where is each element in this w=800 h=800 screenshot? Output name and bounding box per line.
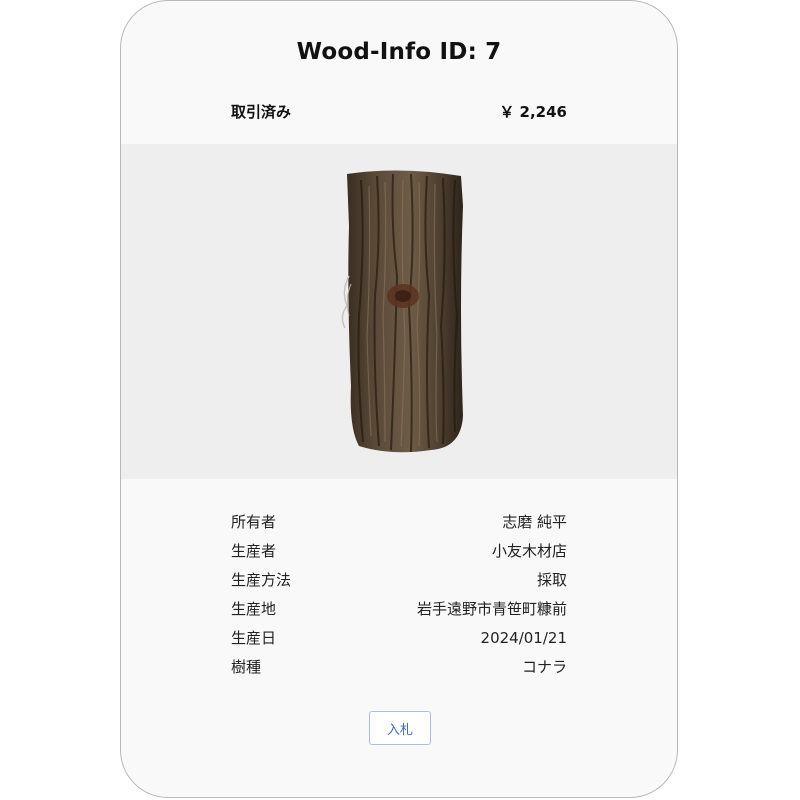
detail-value: 志磨 純平 bbox=[502, 513, 567, 531]
detail-label: 樹種 bbox=[231, 658, 262, 676]
wood-log-image bbox=[341, 170, 463, 453]
product-image-area bbox=[121, 144, 677, 479]
detail-label: 生産日 bbox=[231, 629, 277, 647]
detail-label: 生産方法 bbox=[231, 571, 292, 589]
detail-row-species: 樹種 コナラ bbox=[231, 656, 567, 685]
detail-label: 所有者 bbox=[231, 513, 277, 531]
detail-row-owner: 所有者 志磨 純平 bbox=[231, 511, 567, 540]
detail-row-date: 生産日 2024/01/21 bbox=[231, 627, 567, 656]
wood-details-list: 所有者 志磨 純平 生産者 小友木材店 生産方法 採取 生産地 岩手遠野市青笹町… bbox=[231, 511, 567, 685]
price-value: ￥ 2,246 bbox=[499, 103, 567, 121]
detail-value: 採取 bbox=[536, 571, 567, 589]
status-row: 取引済み ￥ 2,246 bbox=[231, 101, 567, 122]
page-title: Wood-Info ID: 7 bbox=[296, 39, 502, 65]
detail-value: 2024/01/21 bbox=[480, 629, 567, 647]
detail-row-location: 生産地 岩手遠野市青笹町糠前 bbox=[231, 598, 567, 627]
detail-row-producer: 生産者 小友木材店 bbox=[231, 540, 567, 569]
detail-label: 生産者 bbox=[231, 542, 277, 560]
detail-label: 生産地 bbox=[231, 600, 277, 618]
detail-value: コナラ bbox=[521, 658, 567, 676]
bid-button[interactable]: 入札 bbox=[369, 711, 431, 745]
detail-value: 小友木材店 bbox=[491, 542, 567, 560]
detail-row-method: 生産方法 採取 bbox=[231, 569, 567, 598]
detail-value: 岩手遠野市青笹町糠前 bbox=[416, 600, 567, 618]
wood-info-card: Wood-Info ID: 7 取引済み ￥ 2,246 所有者 志磨 純平 生… bbox=[120, 0, 678, 798]
transaction-status: 取引済み bbox=[231, 103, 292, 121]
